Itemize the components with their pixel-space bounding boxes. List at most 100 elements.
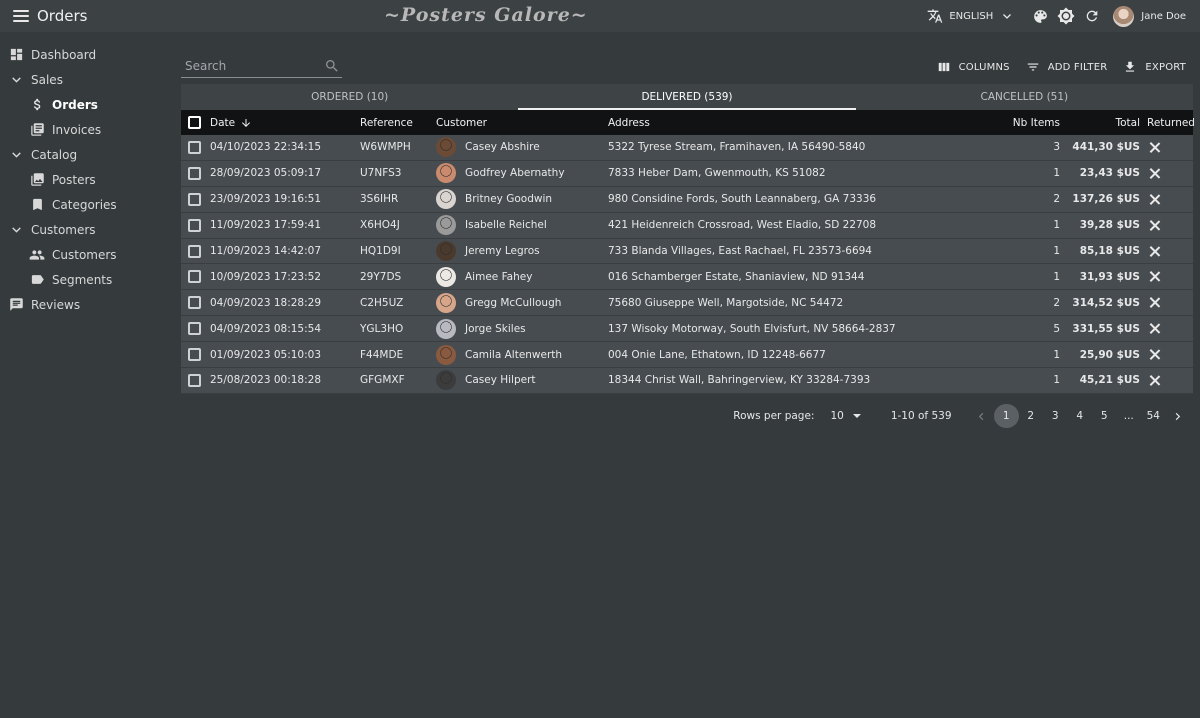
customer-cell[interactable]: Casey Abshire — [436, 137, 608, 158]
customer-cell[interactable]: Casey Hilpert — [436, 370, 608, 391]
row-checkbox[interactable] — [188, 373, 201, 387]
sidebar-item-posters[interactable]: Posters — [0, 167, 170, 192]
row-checkbox[interactable] — [188, 296, 201, 310]
export-button[interactable]: EXPORT — [1123, 60, 1186, 74]
select-all-checkbox[interactable] — [188, 116, 201, 129]
order-address: 016 Schamberger Estate, Shaniaview, ND 9… — [608, 270, 865, 283]
row-checkbox[interactable] — [188, 348, 201, 362]
brightness-toggle-button[interactable] — [1053, 3, 1079, 29]
table-row[interactable]: 11/09/2023 14:42:07 HQ1D9I Jeremy Legros 73… — [181, 238, 1193, 265]
app-bar: Orders ~Posters Galore~ ENGLISH Jane Doe — [0, 0, 1200, 32]
orders-table: Date Reference Customer Address Nb Items… — [181, 110, 1195, 394]
order-reference: U7NFS3 — [360, 167, 402, 180]
customer-name: Gregg McCullough — [465, 296, 562, 309]
user-name: Jane Doe — [1141, 10, 1186, 22]
order-address: 75680 Giuseppe Well, Margotside, NC 5447… — [608, 296, 844, 309]
address-header[interactable]: Address — [608, 117, 948, 129]
rows-per-page-select[interactable]: 10 — [830, 410, 861, 422]
customer-cell[interactable]: Britney Goodwin — [436, 189, 608, 210]
order-reference: YGL3HO — [360, 322, 404, 335]
sidebar-item-invoices[interactable]: Invoices — [0, 117, 170, 142]
sidebar-item-dashboard[interactable]: Dashboard — [0, 42, 170, 67]
row-checkbox[interactable] — [188, 166, 201, 180]
sidebar-item-customers-group[interactable]: Customers — [0, 217, 170, 242]
sidebar-item-customers[interactable]: Customers — [0, 242, 170, 267]
order-reference: C2H5UZ — [360, 296, 404, 309]
page-ellipsis: ... — [1123, 410, 1134, 422]
reference-header[interactable]: Reference — [360, 117, 436, 129]
page-button-2[interactable]: 2 — [1019, 404, 1044, 428]
page-button-4[interactable]: 4 — [1068, 404, 1093, 428]
order-total: 31,93 $US — [1079, 270, 1140, 283]
returned-header[interactable]: Returned — [1140, 117, 1195, 129]
table-row[interactable]: 28/09/2023 05:09:17 U7NFS3 Godfrey Abernat… — [181, 160, 1193, 187]
nb-items-header[interactable]: Nb Items — [948, 117, 1060, 129]
table-row[interactable]: 10/09/2023 17:23:52 29Y7DS Aimee Fahey 016 … — [181, 264, 1193, 291]
refresh-button[interactable] — [1079, 3, 1105, 29]
customer-cell[interactable]: Jorge Skiles — [436, 318, 608, 339]
table-row[interactable]: 04/09/2023 08:15:54 YGL3HO Jorge Skiles 137… — [181, 316, 1193, 343]
search-input[interactable] — [181, 58, 321, 73]
page-button-1[interactable]: 1 — [994, 404, 1019, 428]
refresh-icon — [1086, 10, 1098, 22]
page-button-3[interactable]: 3 — [1043, 404, 1068, 428]
palette-icon — [1033, 9, 1047, 23]
row-checkbox[interactable] — [188, 322, 201, 336]
customer-cell[interactable]: Godfrey Abernathy — [436, 163, 608, 184]
table-row[interactable]: 04/09/2023 18:28:29 C2H5UZ Gregg McCulloug… — [181, 290, 1193, 317]
language-selector[interactable]: ENGLISH — [927, 8, 1019, 24]
table-row[interactable]: 11/09/2023 17:59:41 X6HO4J Isabelle Reiche… — [181, 212, 1193, 239]
customer-name: Britney Goodwin — [465, 193, 553, 206]
avatar — [436, 215, 456, 236]
row-checkbox[interactable] — [188, 192, 201, 206]
previous-page-button[interactable] — [970, 404, 995, 428]
people-icon — [29, 247, 45, 263]
table-row[interactable]: 25/08/2023 00:18:28 GFGMXF Casey Hilpert 18… — [181, 368, 1193, 394]
row-checkbox[interactable] — [188, 270, 201, 284]
add-filter-button[interactable]: ADD FILTER — [1026, 60, 1108, 74]
dashboard-icon — [8, 47, 24, 63]
pagination: Rows per page: 10 1-10 of 539 1 2 3 4 5 … — [733, 404, 1190, 428]
tab-ordered[interactable]: ORDERED (10) — [181, 84, 518, 110]
tab-delivered[interactable]: DELIVERED (539) — [518, 84, 856, 110]
row-checkbox[interactable] — [188, 140, 201, 154]
sidebar-item-segments[interactable]: Segments — [0, 267, 170, 292]
theme-palette-button[interactable] — [1027, 3, 1053, 29]
order-date: 28/09/2023 05:09:17 — [210, 167, 322, 180]
page-button-54[interactable]: 54 — [1141, 404, 1166, 428]
row-checkbox[interactable] — [188, 218, 201, 232]
table-row[interactable]: 01/09/2023 05:10:03 F44MDE Camila Altenwer… — [181, 342, 1193, 369]
row-checkbox[interactable] — [188, 244, 201, 258]
customer-cell[interactable]: Jeremy Legros — [436, 241, 608, 261]
customer-cell[interactable]: Isabelle Reichel — [436, 215, 608, 236]
order-nb-items: 2 — [1053, 296, 1060, 309]
page-range: 1-10 of 539 — [890, 410, 952, 422]
customer-cell[interactable]: Gregg McCullough — [436, 292, 608, 313]
sidebar-item-categories[interactable]: Categories — [0, 192, 170, 217]
total-header[interactable]: Total — [1060, 117, 1140, 129]
columns-button[interactable]: COLUMNS — [937, 60, 1010, 74]
order-total: 314,52 $US — [1072, 296, 1140, 309]
order-total: 441,30 $US — [1072, 141, 1140, 154]
brightness-icon — [1057, 7, 1075, 25]
order-address: 733 Blanda Villages, East Rachael, FL 23… — [608, 245, 872, 257]
user-menu[interactable]: Jane Doe — [1113, 5, 1186, 27]
sidebar-item-catalog[interactable]: Catalog — [0, 142, 170, 167]
customer-cell[interactable]: Camila Altenwerth — [436, 344, 608, 365]
translate-icon — [928, 9, 943, 23]
sidebar-item-sales[interactable]: Sales — [0, 67, 170, 92]
next-page-button[interactable] — [1166, 404, 1191, 428]
order-address: 5322 Tyrese Stream, Framihaven, IA 56490… — [608, 141, 866, 154]
sort-date-header[interactable]: Date — [210, 117, 360, 129]
menu-icon[interactable] — [13, 10, 29, 22]
customer-header[interactable]: Customer — [436, 117, 608, 129]
order-total: 39,28 $US — [1079, 219, 1140, 232]
page-button-5[interactable]: 5 — [1092, 404, 1117, 428]
sidebar-item-reviews[interactable]: Reviews — [0, 292, 170, 317]
order-total: 23,43 $US — [1079, 167, 1140, 180]
table-row[interactable]: 23/09/2023 19:16:51 3S6IHR Britney Goodwin… — [181, 186, 1193, 213]
table-row[interactable]: 04/10/2023 22:34:15 W6WMPH Casey Abshire 53… — [181, 135, 1193, 161]
sidebar-item-orders[interactable]: Orders — [0, 92, 170, 117]
customer-cell[interactable]: Aimee Fahey — [436, 266, 608, 287]
tab-cancelled[interactable]: CANCELLED (51) — [856, 84, 1193, 110]
